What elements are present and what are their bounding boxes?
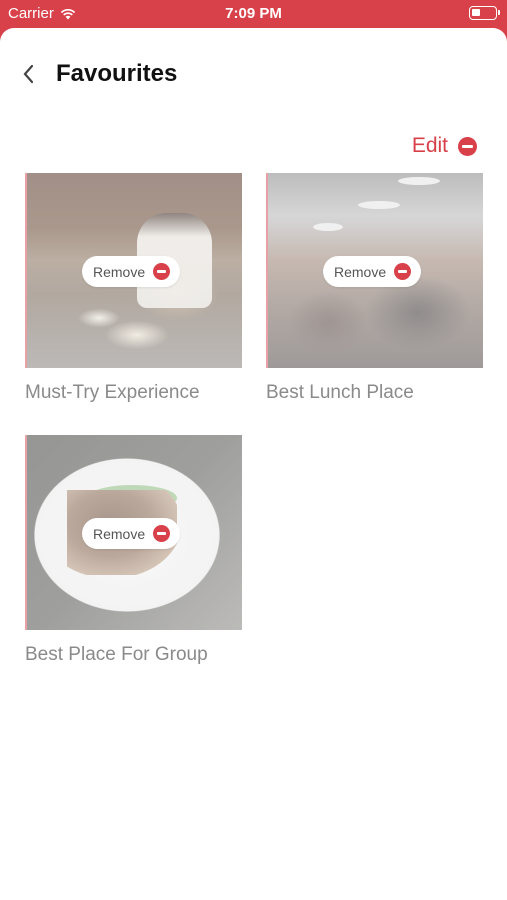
favourite-name: Best Place For Group <box>25 644 208 665</box>
remove-button[interactable]: Remove <box>82 518 181 549</box>
chevron-left-icon <box>23 64 34 84</box>
minus-circle-icon <box>458 136 477 156</box>
back-button[interactable] <box>22 64 40 84</box>
edit-label: Edit <box>411 134 448 157</box>
favourites-screen: Favourites Edit Remove Must-Try Experien… <box>0 28 507 900</box>
minus-circle-icon <box>394 263 412 280</box>
status-bar: Carrier 7:09 PM <box>0 0 507 28</box>
favourite-name: Must-Try Experience <box>25 382 200 403</box>
page-title: Favourites <box>56 60 178 87</box>
remove-label: Remove <box>93 263 146 280</box>
remove-label: Remove <box>334 263 387 280</box>
battery-icon <box>469 6 500 20</box>
remove-button[interactable]: Remove <box>323 256 422 287</box>
favourite-card[interactable]: Remove Best Place For Group <box>25 435 242 666</box>
favourite-thumbnail[interactable]: Remove <box>266 173 483 368</box>
favourite-thumbnail[interactable]: Remove <box>25 173 242 368</box>
remove-button[interactable]: Remove <box>82 256 181 287</box>
favourite-card[interactable]: Remove Must-Try Experience <box>25 173 242 404</box>
minus-circle-icon <box>153 263 171 280</box>
favourite-name: Best Lunch Place <box>266 382 414 403</box>
favourite-card[interactable]: Remove Best Lunch Place <box>266 173 483 404</box>
minus-circle-icon <box>153 525 171 542</box>
status-time: 7:09 PM <box>225 5 282 22</box>
favourite-thumbnail[interactable]: Remove <box>25 435 242 630</box>
edit-button[interactable]: Edit <box>412 134 477 158</box>
remove-label: Remove <box>93 525 146 542</box>
